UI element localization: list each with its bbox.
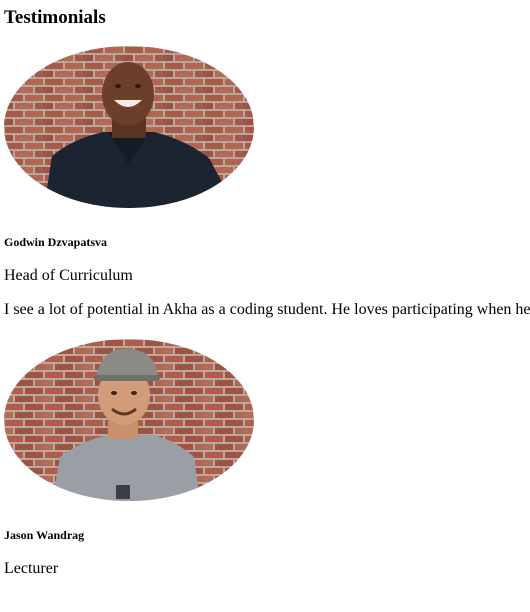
section-title: Testimonials: [4, 7, 106, 28]
testimonial-card: Godwin Dzvapatsva Head of Curriculum I s…: [4, 46, 530, 319]
testimonial-role: Lecturer: [4, 560, 59, 577]
testimonial-photo: [4, 46, 254, 208]
testimonials-page: Testimonials Godwin Dzvapatsva Head of C…: [0, 7, 530, 578]
testimonial-card: Jason Wandrag Lecturer: [4, 339, 526, 578]
testimonial-quote: I see a lot of potential in Akha as a co…: [4, 301, 530, 318]
person-photo-icon: [4, 339, 254, 501]
testimonial-role: Head of Curriculum: [4, 267, 133, 284]
person-photo-icon: [4, 46, 254, 208]
testimonial-name: Godwin Dzvapatsva: [4, 235, 108, 249]
testimonial-photo: [4, 339, 254, 501]
testimonial-name: Jason Wandrag: [4, 528, 85, 542]
